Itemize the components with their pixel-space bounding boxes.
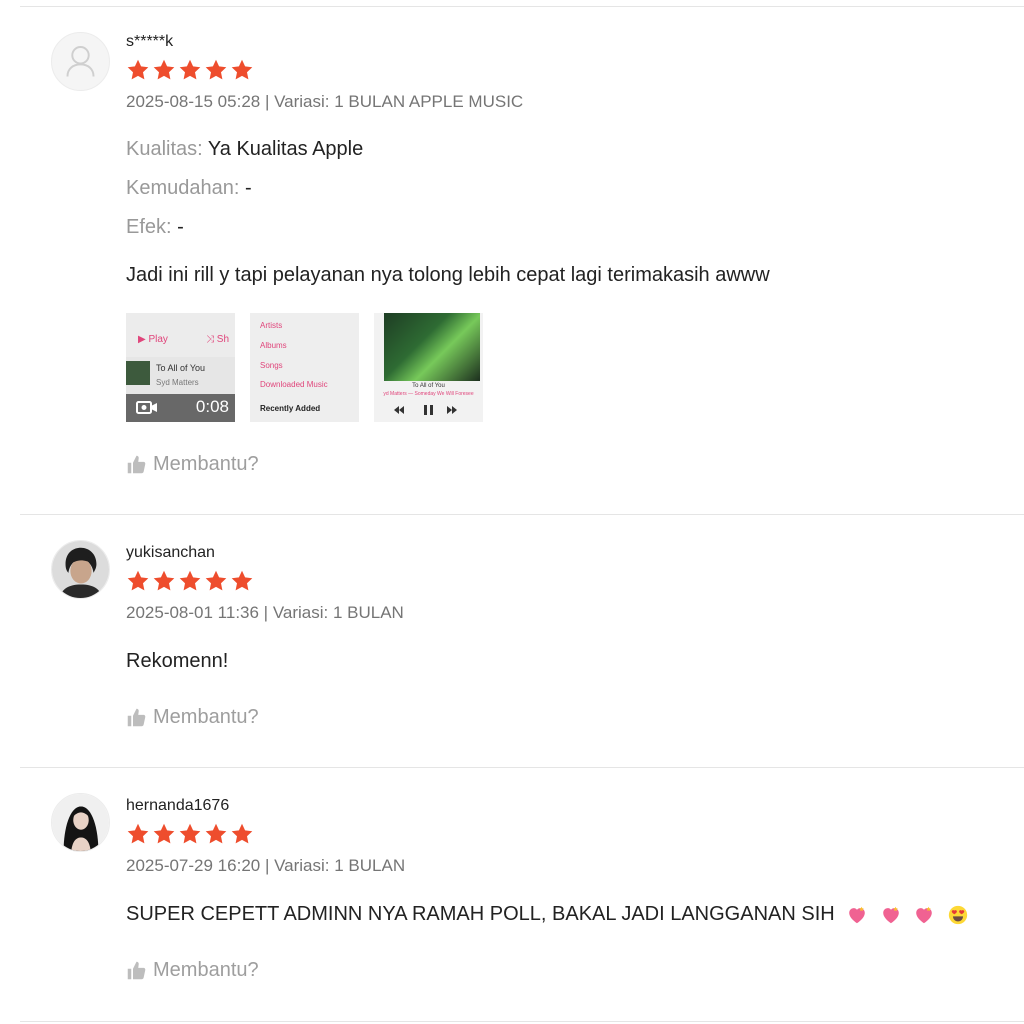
star-icon — [126, 569, 150, 593]
artist-name: Syd Matters — [156, 378, 199, 387]
star-icon — [204, 58, 228, 82]
video-camera-icon — [136, 401, 157, 414]
attribute-value: - — [244, 177, 252, 199]
attribute-value: - — [177, 216, 184, 238]
star-icon — [204, 822, 228, 846]
artist-name: yd Matters — Someday We Will Foresee — [383, 391, 474, 397]
reviewer-username[interactable]: s*****k — [126, 32, 1004, 52]
rating-stars — [126, 58, 1004, 82]
player-controls-icon — [394, 405, 457, 415]
menu-item: Songs — [260, 361, 283, 370]
heart-eyes-icon — [947, 904, 969, 926]
attribute-effect: Efek: - — [126, 213, 1004, 241]
thumbs-up-icon — [126, 707, 147, 728]
star-icon — [178, 822, 202, 846]
attribute-label: Kualitas: — [126, 138, 203, 160]
heart-icon — [913, 904, 935, 926]
attribute-label: Efek: — [126, 216, 172, 238]
shuffle-label: ⤨ Sh — [206, 334, 230, 345]
section-title: Recently Added — [260, 404, 321, 413]
review-comment: SUPER CEPETT ADMINN NYA RAMAH POLL, BAKA… — [126, 903, 835, 925]
helpful-button[interactable]: Membantu? — [126, 704, 1004, 730]
video-duration: 0:08 — [195, 397, 229, 416]
star-icon — [230, 822, 254, 846]
star-icon — [178, 569, 202, 593]
avatar[interactable] — [51, 32, 110, 91]
review-divider — [20, 514, 1024, 515]
media-image-thumbnail[interactable]: Artists Albums Songs Downloaded Music Re… — [250, 313, 359, 422]
rating-stars — [126, 569, 1004, 593]
review-comment: Jadi ini rill y tapi pelayanan nya tolon… — [126, 264, 770, 286]
menu-item: Downloaded Music — [260, 380, 328, 389]
user-photo — [52, 541, 109, 598]
star-icon — [230, 569, 254, 593]
media-video-thumbnail[interactable]: ▶ Play ⤨ Sh To All of You Syd Matters 0:… — [126, 313, 235, 422]
attribute-ease: Kemudahan: - — [126, 174, 1004, 202]
thumbs-up-icon — [126, 960, 147, 981]
review-meta: 2025-07-29 16:20 | Variasi: 1 BULAN — [126, 856, 406, 875]
top-divider — [20, 6, 1024, 7]
attribute-quality: Kualitas: Ya Kualitas Apple — [126, 135, 1004, 163]
star-icon — [152, 822, 176, 846]
play-label: ▶ Play — [138, 334, 168, 345]
review-comment: Rekomenn! — [126, 650, 229, 672]
helpful-button[interactable]: Membantu? — [126, 451, 1004, 477]
helpful-label: Membantu? — [153, 453, 259, 475]
rating-stars — [126, 822, 1004, 846]
review-media: ▶ Play ⤨ Sh To All of You Syd Matters 0:… — [126, 313, 1004, 422]
star-icon — [178, 58, 202, 82]
star-icon — [230, 58, 254, 82]
helpful-button[interactable]: Membantu? — [126, 957, 1004, 983]
thumbs-up-icon — [126, 454, 147, 475]
attribute-value: Ya Kualitas Apple — [207, 138, 364, 160]
review-divider — [20, 767, 1024, 768]
review-divider — [20, 1021, 1024, 1022]
song-title: To All of You — [412, 383, 445, 389]
song-title: To All of You — [156, 363, 206, 373]
menu-item: Artists — [260, 321, 283, 330]
reviewer-username[interactable]: hernanda1676 — [126, 796, 1004, 816]
helpful-label: Membantu? — [153, 959, 259, 981]
helpful-label: Membantu? — [153, 706, 259, 728]
reviewer-username[interactable]: yukisanchan — [126, 543, 1004, 563]
review-comment-row: SUPER CEPETT ADMINN NYA RAMAH POLL, BAKA… — [126, 900, 1004, 928]
default-user-icon — [66, 46, 95, 77]
review-meta: 2025-08-15 05:28 | Variasi: 1 BULAN APPL… — [126, 92, 524, 111]
avatar[interactable] — [51, 793, 110, 852]
review-meta: 2025-08-01 11:36 | Variasi: 1 BULAN — [126, 603, 404, 622]
star-icon — [152, 58, 176, 82]
star-icon — [152, 569, 176, 593]
heart-icon — [880, 904, 902, 926]
heart-icon — [846, 904, 868, 926]
star-icon — [126, 822, 150, 846]
menu-item: Albums — [260, 341, 287, 350]
avatar[interactable] — [51, 540, 110, 599]
star-icon — [204, 569, 228, 593]
media-image-thumbnail[interactable]: To All of You yd Matters — Someday We Wi… — [374, 313, 483, 422]
attribute-label: Kemudahan: — [126, 177, 240, 199]
star-icon — [126, 58, 150, 82]
user-photo — [52, 794, 109, 851]
